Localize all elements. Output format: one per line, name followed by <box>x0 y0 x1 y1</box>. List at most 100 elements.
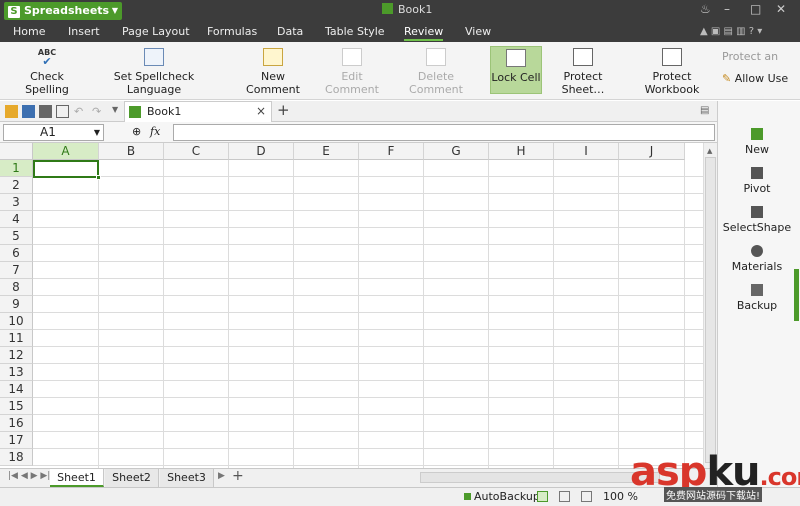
protect-sheet-button[interactable]: Protect Sheet… <box>545 46 621 96</box>
protect-workbook-button[interactable]: Protect Workbook <box>626 46 718 96</box>
scroll-thumb[interactable] <box>705 157 716 463</box>
row-header-5[interactable]: 5 <box>0 228 33 245</box>
autobackup-indicator[interactable]: AutoBackup <box>464 490 540 503</box>
row-header-8[interactable]: 8 <box>0 279 33 296</box>
skin-icon[interactable]: ♨ <box>700 2 711 16</box>
function-icon[interactable]: fx <box>150 125 160 138</box>
lock-cell-button[interactable]: Lock Cell <box>490 46 542 94</box>
sheet-nav-icons[interactable]: |◀ ◀ ▶ ▶| <box>8 471 50 481</box>
row-header-11[interactable]: 11 <box>0 330 33 347</box>
spreadsheet-grid[interactable]: A B C D E F G H I J 1 2 3 4 5 6 7 8 9 10 11 12 13 14 15 16 17 18 <box>0 143 703 468</box>
grid-row-line <box>33 431 703 432</box>
column-header-d[interactable]: D <box>229 143 294 160</box>
active-cell[interactable] <box>33 160 101 180</box>
row-header-15[interactable]: 15 <box>0 398 33 415</box>
column-header-a[interactable]: A <box>33 143 99 160</box>
row-header-3[interactable]: 3 <box>0 194 33 211</box>
sidebar-backup[interactable]: Backup <box>718 284 796 312</box>
sidebar-new[interactable]: New <box>718 128 796 156</box>
column-header-h[interactable]: H <box>489 143 554 160</box>
row-header-4[interactable]: 4 <box>0 211 33 228</box>
column-header-i[interactable]: I <box>554 143 619 160</box>
tab-list-icon[interactable]: ▤ <box>700 105 713 118</box>
column-header-b[interactable]: B <box>99 143 164 160</box>
column-header-f[interactable]: F <box>359 143 424 160</box>
minimize-button[interactable]: – <box>724 2 730 16</box>
menu-page-layout[interactable]: Page Layout <box>122 25 190 38</box>
pane-collapse-handle[interactable] <box>794 269 799 321</box>
close-tab-button[interactable]: × <box>256 104 266 118</box>
column-header-g[interactable]: G <box>424 143 489 160</box>
page-break-view-icon[interactable] <box>559 491 570 502</box>
column-header-j[interactable]: J <box>619 143 685 160</box>
app-menu-button[interactable]: S Spreadsheets ▼ <box>4 2 122 20</box>
row-header-14[interactable]: 14 <box>0 381 33 398</box>
sheet-tab-sheet2[interactable]: Sheet2 <box>105 469 159 487</box>
row-header-12[interactable]: 12 <box>0 347 33 364</box>
undo-icon[interactable]: ↶ <box>74 105 87 118</box>
row-header-2[interactable]: 2 <box>0 177 33 194</box>
scroll-up-icon[interactable]: ▲ <box>707 147 712 155</box>
vertical-scrollbar[interactable]: ▲ <box>703 143 717 468</box>
save-icon[interactable] <box>22 105 35 118</box>
new-tab-button[interactable]: + <box>277 101 290 119</box>
new-comment-button[interactable]: New Comment <box>236 46 310 96</box>
formula-input[interactable] <box>173 124 715 141</box>
allow-users-button[interactable]: ✎ Allow Use <box>722 72 792 88</box>
horizontal-scrollbar[interactable] <box>420 472 660 483</box>
column-header-c[interactable]: C <box>164 143 229 160</box>
menu-home[interactable]: Home <box>13 25 45 38</box>
row-header-18[interactable]: 18 <box>0 449 33 466</box>
check-spelling-button[interactable]: ABC ✔ Check Spelling <box>8 46 86 96</box>
print-preview-icon[interactable] <box>56 105 69 118</box>
protect-workbook-label: Protect Workbook <box>644 70 700 96</box>
sheet-tab-bar: |◀ ◀ ▶ ▶| Sheet1 Sheet2 Sheet3 ▶ + <box>0 468 717 487</box>
grid-column-line <box>553 160 554 468</box>
add-sheet-button[interactable]: + <box>232 468 244 484</box>
tab-book1[interactable]: Book1 × <box>124 101 272 122</box>
row-header-6[interactable]: 6 <box>0 245 33 262</box>
menu-table-style[interactable]: Table Style <box>325 25 385 38</box>
maximize-button[interactable]: □ <box>750 2 761 16</box>
fill-handle[interactable] <box>96 175 101 180</box>
row-header-1[interactable]: 1 <box>0 160 33 177</box>
zoom-search-icon[interactable]: ⊕ <box>132 125 141 138</box>
grid-row-line <box>33 227 703 228</box>
chevron-down-icon[interactable]: ▼ <box>94 125 100 140</box>
menu-data[interactable]: Data <box>277 25 303 38</box>
row-header-17[interactable]: 17 <box>0 432 33 449</box>
menu-review[interactable]: Review <box>404 25 444 41</box>
sheet-tab-sheet1[interactable]: Sheet1 <box>50 469 104 487</box>
ribbon-tool-icons[interactable]: ▲ ▣ ▤ ▥ ? ▾ <box>700 26 762 37</box>
menu-formulas[interactable]: Formulas <box>207 25 257 38</box>
open-icon[interactable] <box>5 105 18 118</box>
select-all-corner[interactable] <box>0 143 33 160</box>
reading-view-icon[interactable] <box>581 491 592 502</box>
row-header-10[interactable]: 10 <box>0 313 33 330</box>
column-header-e[interactable]: E <box>294 143 359 160</box>
normal-view-icon[interactable] <box>537 491 548 502</box>
sidebar-selectshape[interactable]: SelectShape <box>718 206 796 234</box>
redo-icon[interactable]: ↷ <box>92 105 105 118</box>
row-header-9[interactable]: 9 <box>0 296 33 313</box>
spellcheck-language-button[interactable]: Set Spellcheck Language <box>90 46 218 96</box>
app-name: Spreadsheets <box>24 4 110 17</box>
menu-view[interactable]: View <box>465 25 491 38</box>
protect-and-share-button[interactable]: Protect an <box>722 50 792 66</box>
sidebar-materials[interactable]: Materials <box>718 245 796 273</box>
menu-insert[interactable]: Insert <box>68 25 100 38</box>
row-header-13[interactable]: 13 <box>0 364 33 381</box>
grid-row-line <box>33 397 703 398</box>
row-header-7[interactable]: 7 <box>0 262 33 279</box>
sidebar-pivot[interactable]: Pivot <box>718 167 796 195</box>
protect-sheet-icon <box>573 48 593 66</box>
grid-row-line <box>33 244 703 245</box>
edit-comment-button[interactable]: Edit Comment <box>315 46 389 96</box>
close-window-button[interactable]: ✕ <box>776 2 786 16</box>
delete-comment-button[interactable]: Delete Comment <box>392 46 480 96</box>
name-box[interactable]: A1 ▼ <box>3 124 104 141</box>
sheet-tab-sheet3[interactable]: Sheet3 <box>160 469 214 487</box>
row-header-16[interactable]: 16 <box>0 415 33 432</box>
print-icon[interactable] <box>39 105 52 118</box>
sheet-tab-scroll-icon[interactable]: ▶ <box>218 471 225 481</box>
